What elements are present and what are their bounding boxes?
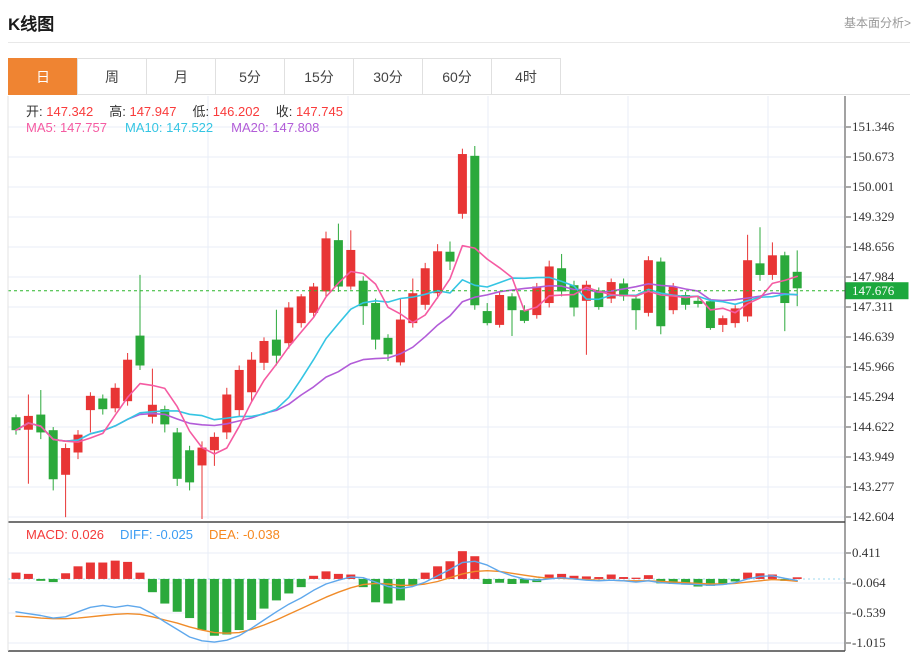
info-value: 147.947 [129, 104, 177, 119]
kline-page: 151.346 150.673 150.001 149.329 148.656 147.9… [0, 0, 917, 656]
tab-period-2[interactable]: 月 [146, 58, 216, 95]
ohlc-info-bar: 开: 147.342 高: 147.947 低: 146.202 收: 147.745 [26, 101, 359, 120]
svg-text:145.966: 145.966 [852, 359, 895, 374]
tab-period-0[interactable]: 日 [8, 58, 78, 95]
svg-text:-0.539: -0.539 [852, 605, 886, 620]
info-item-dea: DEA: -0.038 [209, 527, 280, 542]
info-label: 高: [109, 104, 130, 119]
info-item-ma5: MA5: 147.757 [26, 120, 107, 135]
ma-info-bar: MA5: 147.757 MA10: 147.522 MA20: 147.808 [26, 120, 337, 135]
svg-text:144.622: 144.622 [852, 419, 894, 434]
page-title: K线图 [8, 15, 55, 34]
svg-text:146.639: 146.639 [852, 329, 894, 344]
info-value: 147.342 [46, 104, 94, 119]
info-value: 147.745 [295, 104, 343, 119]
svg-text:143.949: 143.949 [852, 449, 894, 464]
info-label: 开: [26, 104, 47, 119]
tab-period-7[interactable]: 4时 [491, 58, 561, 95]
period-tab-bar: 日周月 5分 15分 30分 60分 4时 [8, 58, 910, 95]
svg-text:147.311: 147.311 [852, 299, 894, 314]
macd-info-bar: MACD: 0.026 DIFF: -0.025 DEA: -0.038 [26, 527, 296, 542]
svg-text:147.676: 147.676 [852, 283, 895, 298]
svg-text:149.329: 149.329 [852, 209, 894, 224]
info-label: 低: [192, 104, 213, 119]
svg-text:150.001: 150.001 [852, 179, 894, 194]
info-item-macd: MACD: 0.026 [26, 527, 105, 542]
last-price-tag: 147.676 [845, 282, 909, 300]
svg-text:143.277: 143.277 [852, 479, 895, 494]
svg-text:150.673: 150.673 [852, 149, 894, 164]
tab-period-1[interactable]: 周 [77, 58, 147, 95]
info-item-ma10: MA10: 147.522 [124, 120, 214, 135]
title-divider [8, 42, 910, 43]
info-item-diff: DIFF: -0.025 [120, 527, 194, 542]
svg-text:148.656: 148.656 [852, 239, 895, 254]
svg-text:-1.015: -1.015 [852, 635, 886, 650]
svg-text:145.294: 145.294 [852, 389, 895, 404]
info-value: 146.202 [212, 104, 260, 119]
tab-period-5[interactable]: 30分 [353, 58, 423, 95]
tab-period-3[interactable]: 5分 [215, 58, 285, 95]
svg-text:147.984: 147.984 [852, 269, 895, 284]
svg-text:151.346: 151.346 [852, 119, 895, 134]
svg-text:142.604: 142.604 [852, 509, 895, 524]
fundamental-analysis-link[interactable]: 基本面分析> [844, 14, 911, 31]
svg-text:-0.064: -0.064 [852, 575, 886, 590]
info-label: 收: [275, 104, 296, 119]
tab-period-4[interactable]: 15分 [284, 58, 354, 95]
svg-text:0.411: 0.411 [852, 545, 881, 560]
info-item-ma20: MA20: 147.808 [231, 120, 320, 135]
tab-period-6[interactable]: 60分 [422, 58, 492, 95]
kline-chart-canvas[interactable]: 151.346 150.673 150.001 149.329 148.656 147.9… [0, 0, 917, 656]
